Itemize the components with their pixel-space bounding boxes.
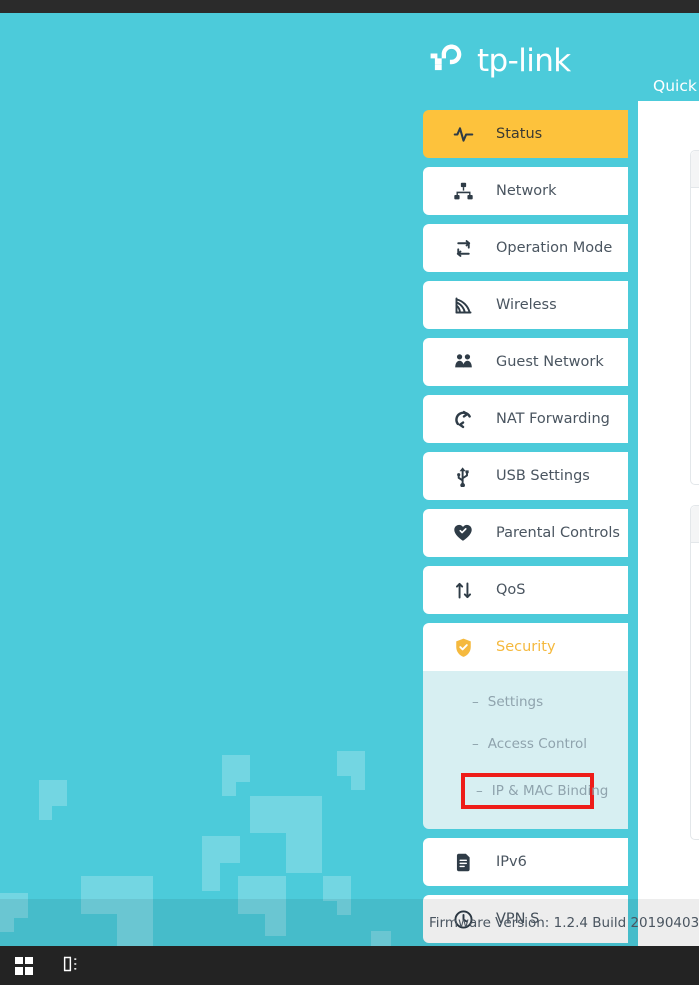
sidebar-item-label: Guest Network	[496, 354, 604, 370]
sidebar-item-parental-controls[interactable]: Parental Controls	[423, 509, 628, 557]
firmware-version-text: Firmware Version: 1.2.4 Build 20190403 r…	[429, 914, 699, 931]
content-panel	[638, 101, 699, 946]
submenu-dash: –	[476, 783, 483, 799]
submenu-item-ip-mac-binding[interactable]: – IP & MAC Binding	[461, 773, 608, 809]
start-button[interactable]	[0, 946, 48, 985]
quick-setup-link[interactable]: Quick	[653, 77, 697, 95]
card-header	[691, 506, 699, 543]
sidebar-item-label: Operation Mode	[496, 240, 613, 256]
windows-logo-icon	[15, 956, 33, 975]
sidebar-item-label: NAT Forwarding	[496, 411, 610, 427]
window-top-chrome	[0, 0, 699, 13]
heart-icon	[452, 522, 474, 544]
decorative-block	[39, 806, 52, 820]
arrows-cycle-icon	[452, 237, 474, 259]
submenu-item-access-control[interactable]: – Access Control	[423, 731, 628, 756]
up-down-arrows-icon	[452, 579, 474, 601]
decorative-block	[39, 780, 67, 806]
sidebar-item-operation-mode[interactable]: Operation Mode	[423, 224, 628, 272]
wifi-signal-icon	[452, 294, 474, 316]
decorative-block	[222, 755, 250, 782]
sidebar-item-qos[interactable]: QoS	[423, 566, 628, 614]
sidebar-item-wireless[interactable]: Wireless	[423, 281, 628, 329]
brand: tp-link	[428, 38, 571, 84]
shield-check-icon	[452, 636, 474, 658]
sidebar-item-network[interactable]: Network	[423, 167, 628, 215]
card-header	[691, 151, 699, 188]
windows-taskbar	[0, 946, 699, 985]
sidebar-nav: Status Network Operation Mode Wireless G…	[423, 110, 628, 946]
sidebar-item-nat-forwarding[interactable]: NAT Forwarding	[423, 395, 628, 443]
content-card	[690, 150, 699, 485]
decorative-block	[286, 833, 322, 873]
sidebar-item-ipv6[interactable]: IPv6	[423, 838, 628, 886]
decorative-block	[323, 876, 351, 901]
router-admin-page: tp-link Quick Status Network Operation M…	[0, 13, 699, 946]
sidebar-item-security[interactable]: Security	[423, 623, 628, 671]
refresh-circle-icon	[452, 408, 474, 430]
task-view-button[interactable]	[48, 946, 96, 985]
sidebar-item-usb-settings[interactable]: USB Settings	[423, 452, 628, 500]
sidebar-item-label: USB Settings	[496, 468, 590, 484]
sidebar-item-guest-network[interactable]: Guest Network	[423, 338, 628, 386]
submenu-item-label: Settings	[487, 693, 544, 710]
brand-name: tp-link	[477, 42, 571, 79]
submenu-dash: –	[472, 693, 479, 710]
firmware-footer: Firmware Version: 1.2.4 Build 20190403 r…	[0, 899, 699, 946]
network-tree-icon	[452, 180, 474, 202]
submenu-dash: –	[472, 735, 479, 752]
sidebar-item-label: Wireless	[496, 297, 557, 313]
sidebar-item-label: Parental Controls	[496, 525, 620, 541]
task-view-icon	[62, 955, 82, 977]
content-card	[690, 505, 699, 840]
usb-plug-icon	[452, 465, 474, 487]
decorative-block	[202, 836, 240, 863]
decorative-block	[351, 776, 365, 790]
sidebar-item-label: QoS	[496, 582, 526, 598]
sidebar-item-status[interactable]: Status	[423, 110, 628, 158]
sidebar-item-label: Security	[496, 639, 556, 655]
decorative-block	[337, 751, 365, 776]
sidebar-item-label: Status	[496, 126, 543, 142]
sidebar-item-label: Network	[496, 183, 557, 199]
submenu-item-label: IP & MAC Binding	[491, 783, 609, 799]
sidebar-item-label: IPv6	[496, 854, 527, 870]
submenu-item-label: Access Control	[487, 735, 588, 752]
decorative-block	[222, 782, 236, 796]
security-submenu: – Settings – Access Control – IP & MAC B…	[423, 671, 628, 829]
pulse-icon	[452, 123, 474, 145]
tp-link-logo-icon	[428, 41, 468, 81]
two-people-icon	[452, 351, 474, 373]
decorative-block	[250, 796, 322, 833]
document-icon	[452, 851, 474, 873]
decorative-block	[202, 863, 220, 891]
submenu-item-settings[interactable]: – Settings	[423, 689, 628, 714]
